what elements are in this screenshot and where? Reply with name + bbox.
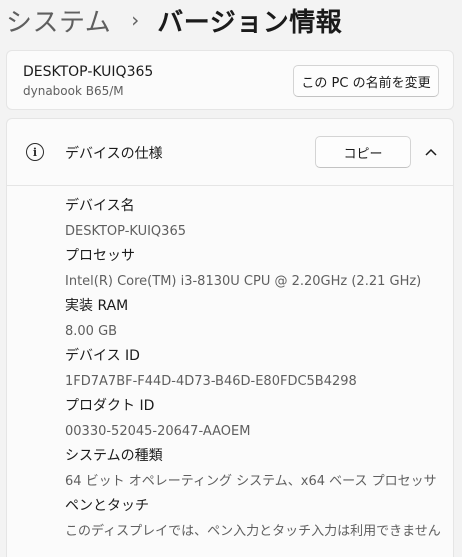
spec-value-product-id: 00330-52045-20647-AAOEM: [65, 424, 251, 439]
spec-label-pen-touch: ペンとタッチ: [65, 498, 149, 514]
copy-button[interactable]: コピー: [315, 136, 411, 168]
spec-value-ram: 8.00 GB: [65, 324, 118, 339]
spec-list: デバイス名 DESKTOP-KUIQ365 プロセッサ Intel(R) Cor…: [65, 194, 441, 544]
spec-label-ram: 実装 RAM: [65, 298, 129, 314]
spec-value-device-id: 1FD7A7BF-F44D-4D73-B46D-E80FDC5B4298: [65, 374, 357, 389]
device-specs-title: デバイスの仕様: [65, 146, 163, 162]
spec-value-pen-touch: このディスプレイでは、ペン入力とタッチ入力は利用できません: [65, 524, 441, 539]
spec-value-system-type: 64 ビット オペレーティング システム、x64 ベース プロセッサ: [65, 474, 437, 489]
breadcrumb: システム › バージョン情報: [6, 0, 342, 40]
collapse-button[interactable]: [417, 138, 445, 166]
device-name-card: DESKTOP-KUIQ365 dynabook B65/M この PC の名前…: [6, 50, 454, 110]
spec-label-product-id: プロダクト ID: [65, 398, 155, 414]
spec-label-device-name: デバイス名: [65, 198, 135, 214]
spec-value-processor: Intel(R) Core(TM) i3-8130U CPU @ 2.20GHz…: [65, 274, 422, 289]
device-name: DESKTOP-KUIQ365: [23, 64, 154, 80]
device-specs-header[interactable]: i デバイスの仕様 コピー: [7, 119, 453, 186]
page-title: バージョン情報: [157, 7, 343, 38]
device-model: dynabook B65/M: [23, 84, 124, 98]
spec-label-device-id: デバイス ID: [65, 348, 140, 364]
rename-pc-button[interactable]: この PC の名前を変更: [293, 65, 439, 97]
spec-label-processor: プロセッサ: [65, 248, 135, 264]
spec-value-device-name: DESKTOP-KUIQ365: [65, 224, 186, 239]
chevron-up-icon: [425, 148, 437, 156]
spec-label-system-type: システムの種類: [65, 448, 163, 464]
breadcrumb-separator-icon: ›: [131, 8, 140, 32]
info-icon: i: [26, 143, 44, 161]
breadcrumb-system-link[interactable]: システム: [6, 2, 111, 39]
device-specs-card: i デバイスの仕様 コピー デバイス名 DESKTOP-KUIQ365 プロセッ…: [6, 118, 454, 557]
